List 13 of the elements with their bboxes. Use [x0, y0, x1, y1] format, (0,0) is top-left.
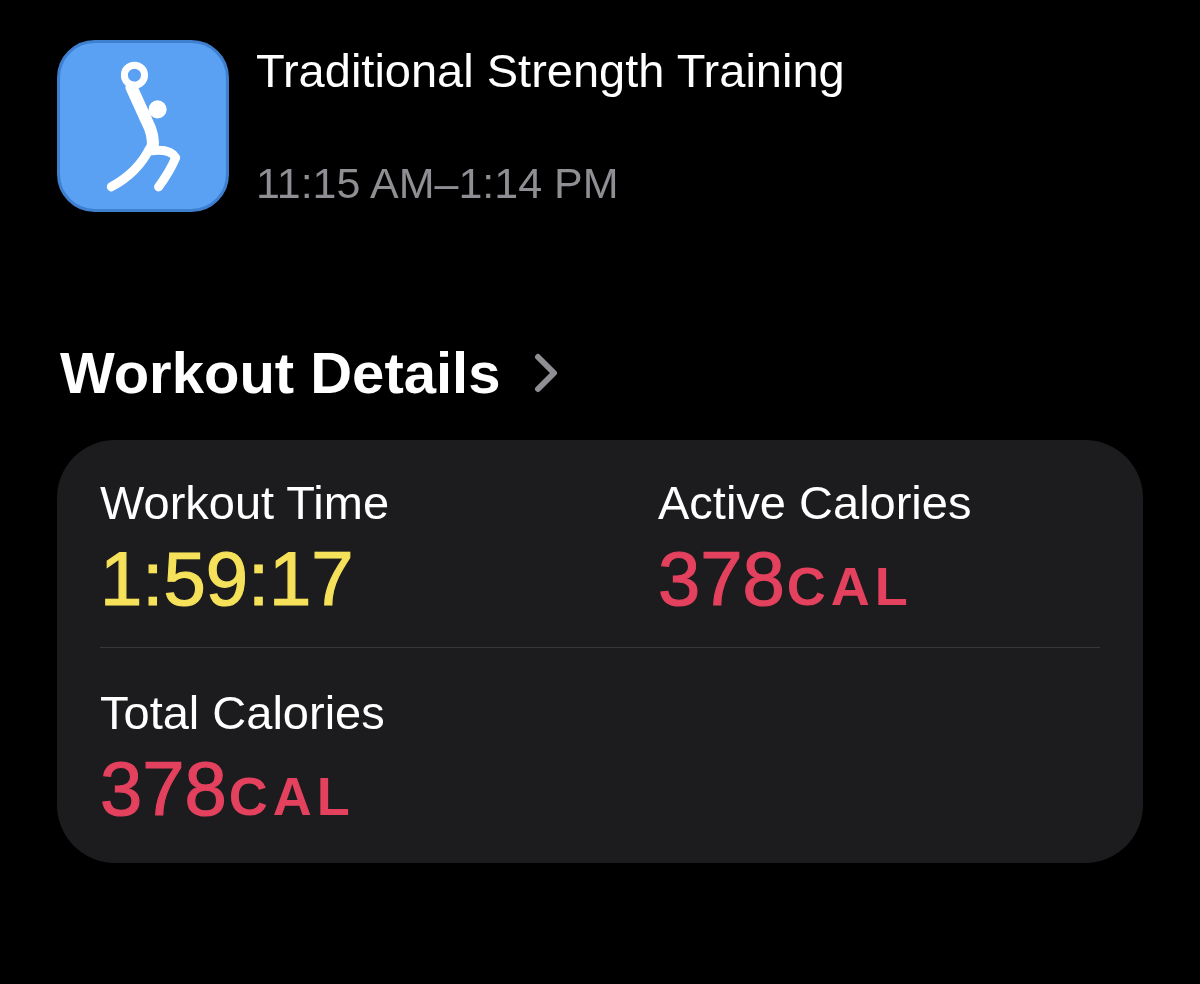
- workout-title: Traditional Strength Training: [256, 43, 845, 99]
- metric-unit: CAL: [786, 555, 913, 618]
- weightlifter-icon: [57, 40, 229, 212]
- metric-label: Workout Time: [100, 476, 390, 530]
- metric-label: Active Calories: [658, 476, 972, 530]
- metric-value: 378: [100, 752, 227, 826]
- time-range: 11:15 AM–1:14 PM: [256, 158, 620, 208]
- metric-value: 1:59:17: [100, 542, 354, 616]
- metric-value: 378: [658, 542, 785, 616]
- workout-details-link[interactable]: Workout Details: [60, 339, 559, 407]
- metric-label: Total Calories: [100, 686, 385, 740]
- metric-unit: CAL: [228, 765, 355, 828]
- chevron-right-icon: [534, 353, 559, 393]
